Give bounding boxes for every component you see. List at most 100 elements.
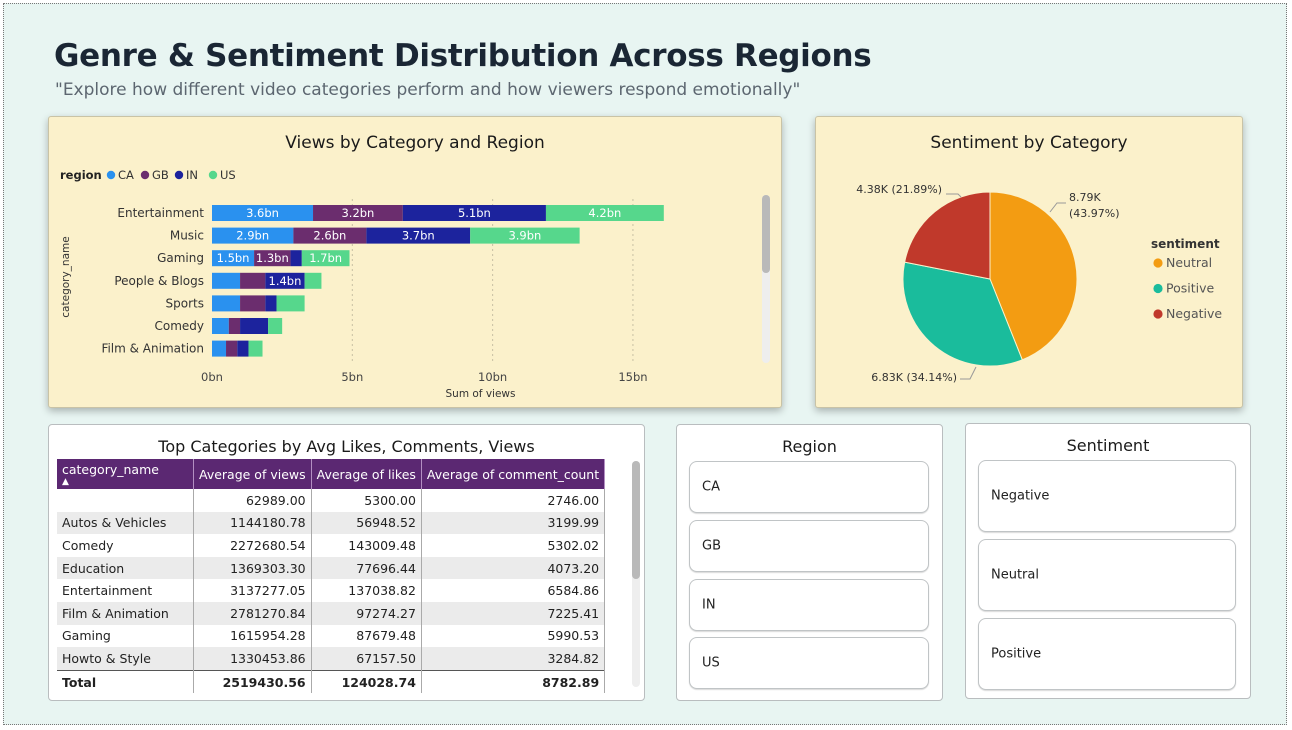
table-cell: 2272680.54: [193, 534, 312, 557]
region-slicer: Region CA GB IN US: [676, 424, 943, 701]
sentiment-option-label: Positive: [991, 646, 1042, 662]
bar-chart-scrollbar-thumb[interactable]: [762, 195, 770, 273]
table-cell: 2781270.84: [193, 601, 312, 625]
table-row[interactable]: Howto & Style 1330453.86 67157.50 3284.8…: [57, 647, 606, 671]
legend-label: GB: [152, 168, 169, 182]
category-label: Film & Animation: [101, 342, 204, 356]
table-cell: 77696.44: [311, 556, 422, 580]
bar-segment-ca: [212, 295, 241, 312]
region-option-ca[interactable]: CA: [689, 461, 929, 513]
sort-ascending-icon[interactable]: ▲: [62, 478, 188, 487]
table-cell: 4073.20: [421, 556, 606, 580]
top-categories-table: category_name ▲ Average of views Average …: [57, 459, 606, 694]
sentiment-slicer-title: Sentiment: [1066, 436, 1150, 455]
region-option-label: US: [702, 655, 720, 671]
table-row[interactable]: Autos & Vehicles 1144180.78 56948.52 319…: [57, 511, 606, 535]
bar-segment-gb: [228, 318, 241, 334]
x-axis-label: Sum of views: [446, 388, 516, 400]
table-cell: Comedy: [57, 534, 194, 557]
sentiment-option-label: Negative: [991, 488, 1050, 504]
table-cell: 87679.48: [311, 624, 422, 648]
legend-label: Negative: [1166, 306, 1222, 321]
top-categories-table-card[interactable]: Top Categories by Avg Likes, Comments, V…: [48, 424, 645, 701]
table-row[interactable]: Gaming 1615954.28 87679.48 5990.53: [57, 624, 606, 648]
table-cell: 1369303.30: [193, 556, 312, 580]
x-tick-label: 0bn: [201, 370, 223, 384]
table-cell: 3199.99: [421, 511, 606, 535]
table-row[interactable]: Entertainment 3137277.05 137038.82 6584.…: [57, 579, 606, 602]
legend-label: IN: [186, 168, 198, 182]
leader-line: [1049, 202, 1066, 213]
bar-segment-gb: [226, 340, 238, 357]
sentiment-option-positive[interactable]: Positive: [978, 618, 1236, 690]
legend-marker: [1153, 283, 1163, 294]
legend-label: Positive: [1166, 281, 1214, 296]
bar-segment-ca: [212, 318, 229, 334]
table-cell: Howto & Style: [57, 647, 194, 671]
region-option-us[interactable]: US: [689, 637, 929, 689]
legend-marker: [208, 170, 218, 180]
table-cell: 1144180.78: [193, 511, 312, 535]
x-tick-label: 15bn: [618, 370, 647, 384]
report-canvas: Genre & Sentiment Distribution Across Re…: [3, 3, 1287, 725]
data-label: 1.5bn: [217, 251, 250, 265]
region-option-label: GB: [702, 538, 721, 554]
legend-label: CA: [118, 168, 134, 182]
data-label: 1.7bn: [309, 251, 342, 265]
column-header-average-likes[interactable]: Average of likes: [311, 459, 422, 489]
bar-chart: region CA GB IN US 0bn 5bn 10bn 15bn Sum of views…: [60, 168, 664, 400]
table-cell: 5990.53: [421, 624, 606, 648]
bar-chart-scrollbar[interactable]: [762, 195, 770, 363]
table-cell: 143009.48: [311, 534, 422, 557]
table-cell: [57, 489, 194, 512]
table-cell: 3284.82: [421, 647, 606, 671]
column-header-average-comment-count[interactable]: Average of comment_count: [421, 459, 606, 489]
legend-marker: [140, 170, 150, 180]
table-cell: Education: [57, 556, 194, 580]
table-cell: 6584.86: [421, 579, 606, 602]
bar-segment-in: [240, 318, 269, 334]
pie-data-label: (43.97%): [1069, 207, 1120, 220]
page-subtitle: "Explore how different video categories …: [55, 80, 801, 100]
region-option-gb[interactable]: GB: [689, 520, 929, 572]
bar-segment-us: [268, 318, 283, 334]
table-row[interactable]: Comedy 2272680.54 143009.48 5302.02: [57, 534, 606, 557]
column-header-category-name[interactable]: category_name ▲: [57, 459, 194, 489]
table-cell: 1615954.28: [193, 624, 312, 648]
category-label: Entertainment: [117, 206, 204, 220]
leader-line: [960, 366, 977, 380]
table-cell: 137038.82: [311, 579, 422, 602]
table-scrollbar-thumb[interactable]: [632, 461, 640, 579]
table-row[interactable]: 62989.00 5300.00 2746.00: [57, 489, 606, 512]
y-axis-label: category_name: [60, 236, 72, 317]
table-cell: 3137277.05: [193, 579, 312, 602]
sentiment-pie-chart-card[interactable]: Sentiment by Category 8.79K (43.97%) 4.38K…: [815, 116, 1243, 408]
table-cell: 2746.00: [421, 489, 606, 512]
column-header-average-views[interactable]: Average of views: [193, 459, 312, 489]
table-cell: 5300.00: [311, 489, 422, 512]
table-cell: 2519430.56: [193, 669, 312, 694]
table-row[interactable]: Education 1369303.30 77696.44 4073.20: [57, 556, 606, 580]
pie-data-label: 4.38K (21.89%): [856, 183, 942, 196]
sentiment-option-negative[interactable]: Negative: [978, 460, 1236, 532]
legend-marker: [1153, 258, 1163, 268]
legend-title: region: [60, 168, 102, 182]
views-bar-chart-card[interactable]: Views by Category and Region region CA GB I…: [48, 116, 782, 408]
category-label: Gaming: [157, 251, 204, 265]
table-title: Top Categories by Avg Likes, Comments, V…: [158, 437, 535, 456]
bar-segment-us: [304, 272, 322, 289]
legend-title: sentiment: [1151, 237, 1220, 251]
data-label: 3.2bn: [341, 206, 374, 220]
category-label: Sports: [166, 296, 204, 310]
bar-segment-us: [248, 340, 263, 357]
bar-segment-us: [276, 295, 305, 312]
table-scrollbar[interactable]: [632, 461, 640, 687]
table-row[interactable]: Film & Animation 2781270.84 97274.27 722…: [57, 601, 606, 625]
table-cell: 62989.00: [193, 489, 312, 512]
bar-segment-ca: [212, 272, 241, 289]
legend-marker: [106, 170, 116, 180]
table-cell: 8782.89: [421, 669, 606, 694]
table-cell: Gaming: [57, 624, 194, 648]
region-option-in[interactable]: IN: [689, 579, 929, 631]
sentiment-option-neutral[interactable]: Neutral: [978, 539, 1236, 611]
